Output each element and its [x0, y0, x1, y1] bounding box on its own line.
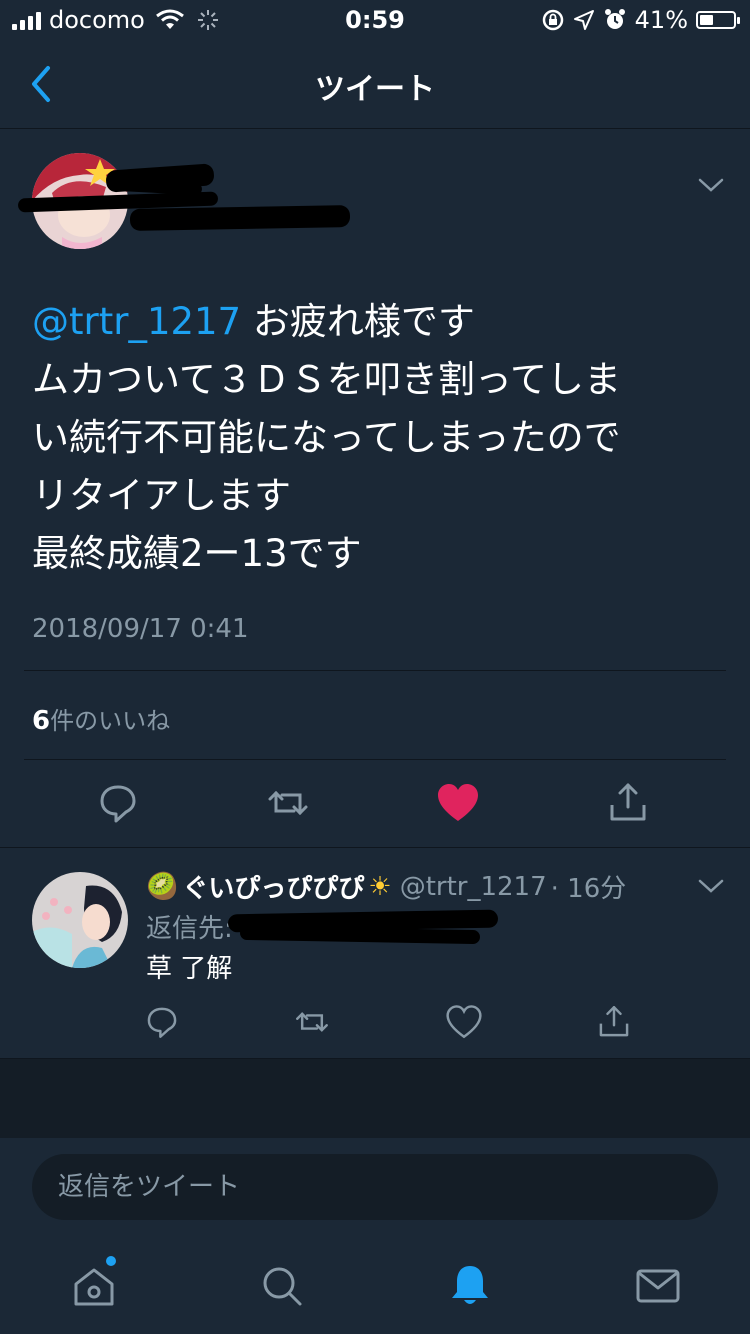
- tab-notifications[interactable]: [446, 1262, 494, 1310]
- status-bar: docomo 0:59 41%: [0, 0, 750, 42]
- tab-bar: [0, 1238, 750, 1334]
- reply-composer: 返信をツイート: [0, 1138, 750, 1238]
- reply-icon: [147, 1007, 177, 1038]
- reply-handle: @trtr_1217: [399, 871, 547, 902]
- reply-tweet[interactable]: 🥝 ぐいぴっぴぴぴ ☀ @trtr_1217 · 16分 返信先: 草 了解: [0, 848, 750, 1059]
- alarm-icon: [604, 9, 625, 29]
- messages-icon: [636, 1269, 680, 1303]
- rotation-lock-icon: [542, 9, 563, 31]
- tweet-line-2: ムカついて３ＤＳを叩き割ってしま: [32, 358, 622, 401]
- reply-header: 🥝 ぐいぴっぴぴぴ ☀ @trtr_1217 · 16分: [146, 868, 626, 905]
- retweet-button[interactable]: [294, 1004, 330, 1040]
- share-icon: [610, 783, 646, 821]
- notifications-icon: [452, 1266, 488, 1304]
- chevron-down-icon[interactable]: [696, 876, 726, 896]
- mention-link[interactable]: @trtr_1217: [32, 300, 241, 343]
- reply-display-name[interactable]: ぐいぴっぴぴぴ: [182, 868, 364, 905]
- tweet-line-1: お疲れ様です: [241, 300, 475, 343]
- share-icon: [599, 1006, 629, 1037]
- kiwi-emoji-icon: 🥝: [146, 871, 179, 902]
- divider: [24, 759, 726, 760]
- main-tweet: @trtr_1217 お疲れ様です ムカついて３ＤＳを叩き割ってしま い続行不可…: [0, 129, 750, 848]
- tweet-line-3: い続行不可能になってしまったので: [32, 416, 621, 459]
- battery-icon: [696, 11, 740, 29]
- like-button[interactable]: [436, 781, 480, 825]
- retweet-icon: [268, 790, 308, 816]
- reply-button[interactable]: [96, 781, 140, 825]
- chevron-down-icon[interactable]: [696, 175, 726, 195]
- page-title: ツイート: [315, 72, 435, 107]
- reply-icon: [100, 785, 136, 823]
- reply-button[interactable]: [144, 1004, 180, 1040]
- location-icon: [573, 10, 594, 30]
- likes-summary[interactable]: 6件のいいね: [32, 701, 170, 736]
- share-button[interactable]: [596, 1004, 632, 1040]
- tab-search[interactable]: [258, 1262, 306, 1310]
- navigation-bar: ツイート: [0, 42, 750, 129]
- battery-percent: 41%: [634, 6, 688, 34]
- likes-label: 件のいいね: [50, 707, 171, 735]
- divider: [24, 670, 726, 671]
- reply-time: · 16分: [550, 874, 627, 904]
- like-button[interactable]: [446, 1004, 482, 1040]
- reply-to-label: 返信先:: [146, 914, 233, 944]
- likes-count: 6: [32, 706, 51, 736]
- sun-emoji-icon: ☀: [368, 871, 392, 902]
- reply-avatar[interactable]: [32, 872, 128, 968]
- reply-input[interactable]: 返信をツイート: [32, 1154, 718, 1220]
- reply-text: 草 了解: [146, 954, 233, 984]
- heart-filled-icon: [438, 784, 478, 821]
- redacted-reply-target-2: [239, 925, 481, 945]
- tweet-line-4: リタイアします: [32, 474, 291, 517]
- tweet-timestamp: 2018/09/17 0:41: [32, 614, 249, 644]
- tweet-text: @trtr_1217 お疲れ様です ムカついて３ＤＳを叩き割ってしま い続行不可…: [32, 293, 722, 583]
- tab-home[interactable]: [70, 1262, 118, 1310]
- retweet-icon: [296, 1012, 328, 1032]
- redacted-handle-2: [129, 205, 351, 231]
- home-icon: [74, 1268, 114, 1306]
- retweet-button[interactable]: [266, 781, 310, 825]
- new-content-dot: [106, 1256, 116, 1266]
- tweet-line-5: 最終成績2ー13です: [32, 532, 362, 575]
- heart-icon: [446, 1005, 482, 1039]
- tab-messages[interactable]: [634, 1262, 682, 1310]
- avatar-image: [32, 872, 128, 968]
- share-button[interactable]: [606, 781, 650, 825]
- status-right: 41%: [541, 6, 740, 34]
- search-icon: [263, 1267, 302, 1306]
